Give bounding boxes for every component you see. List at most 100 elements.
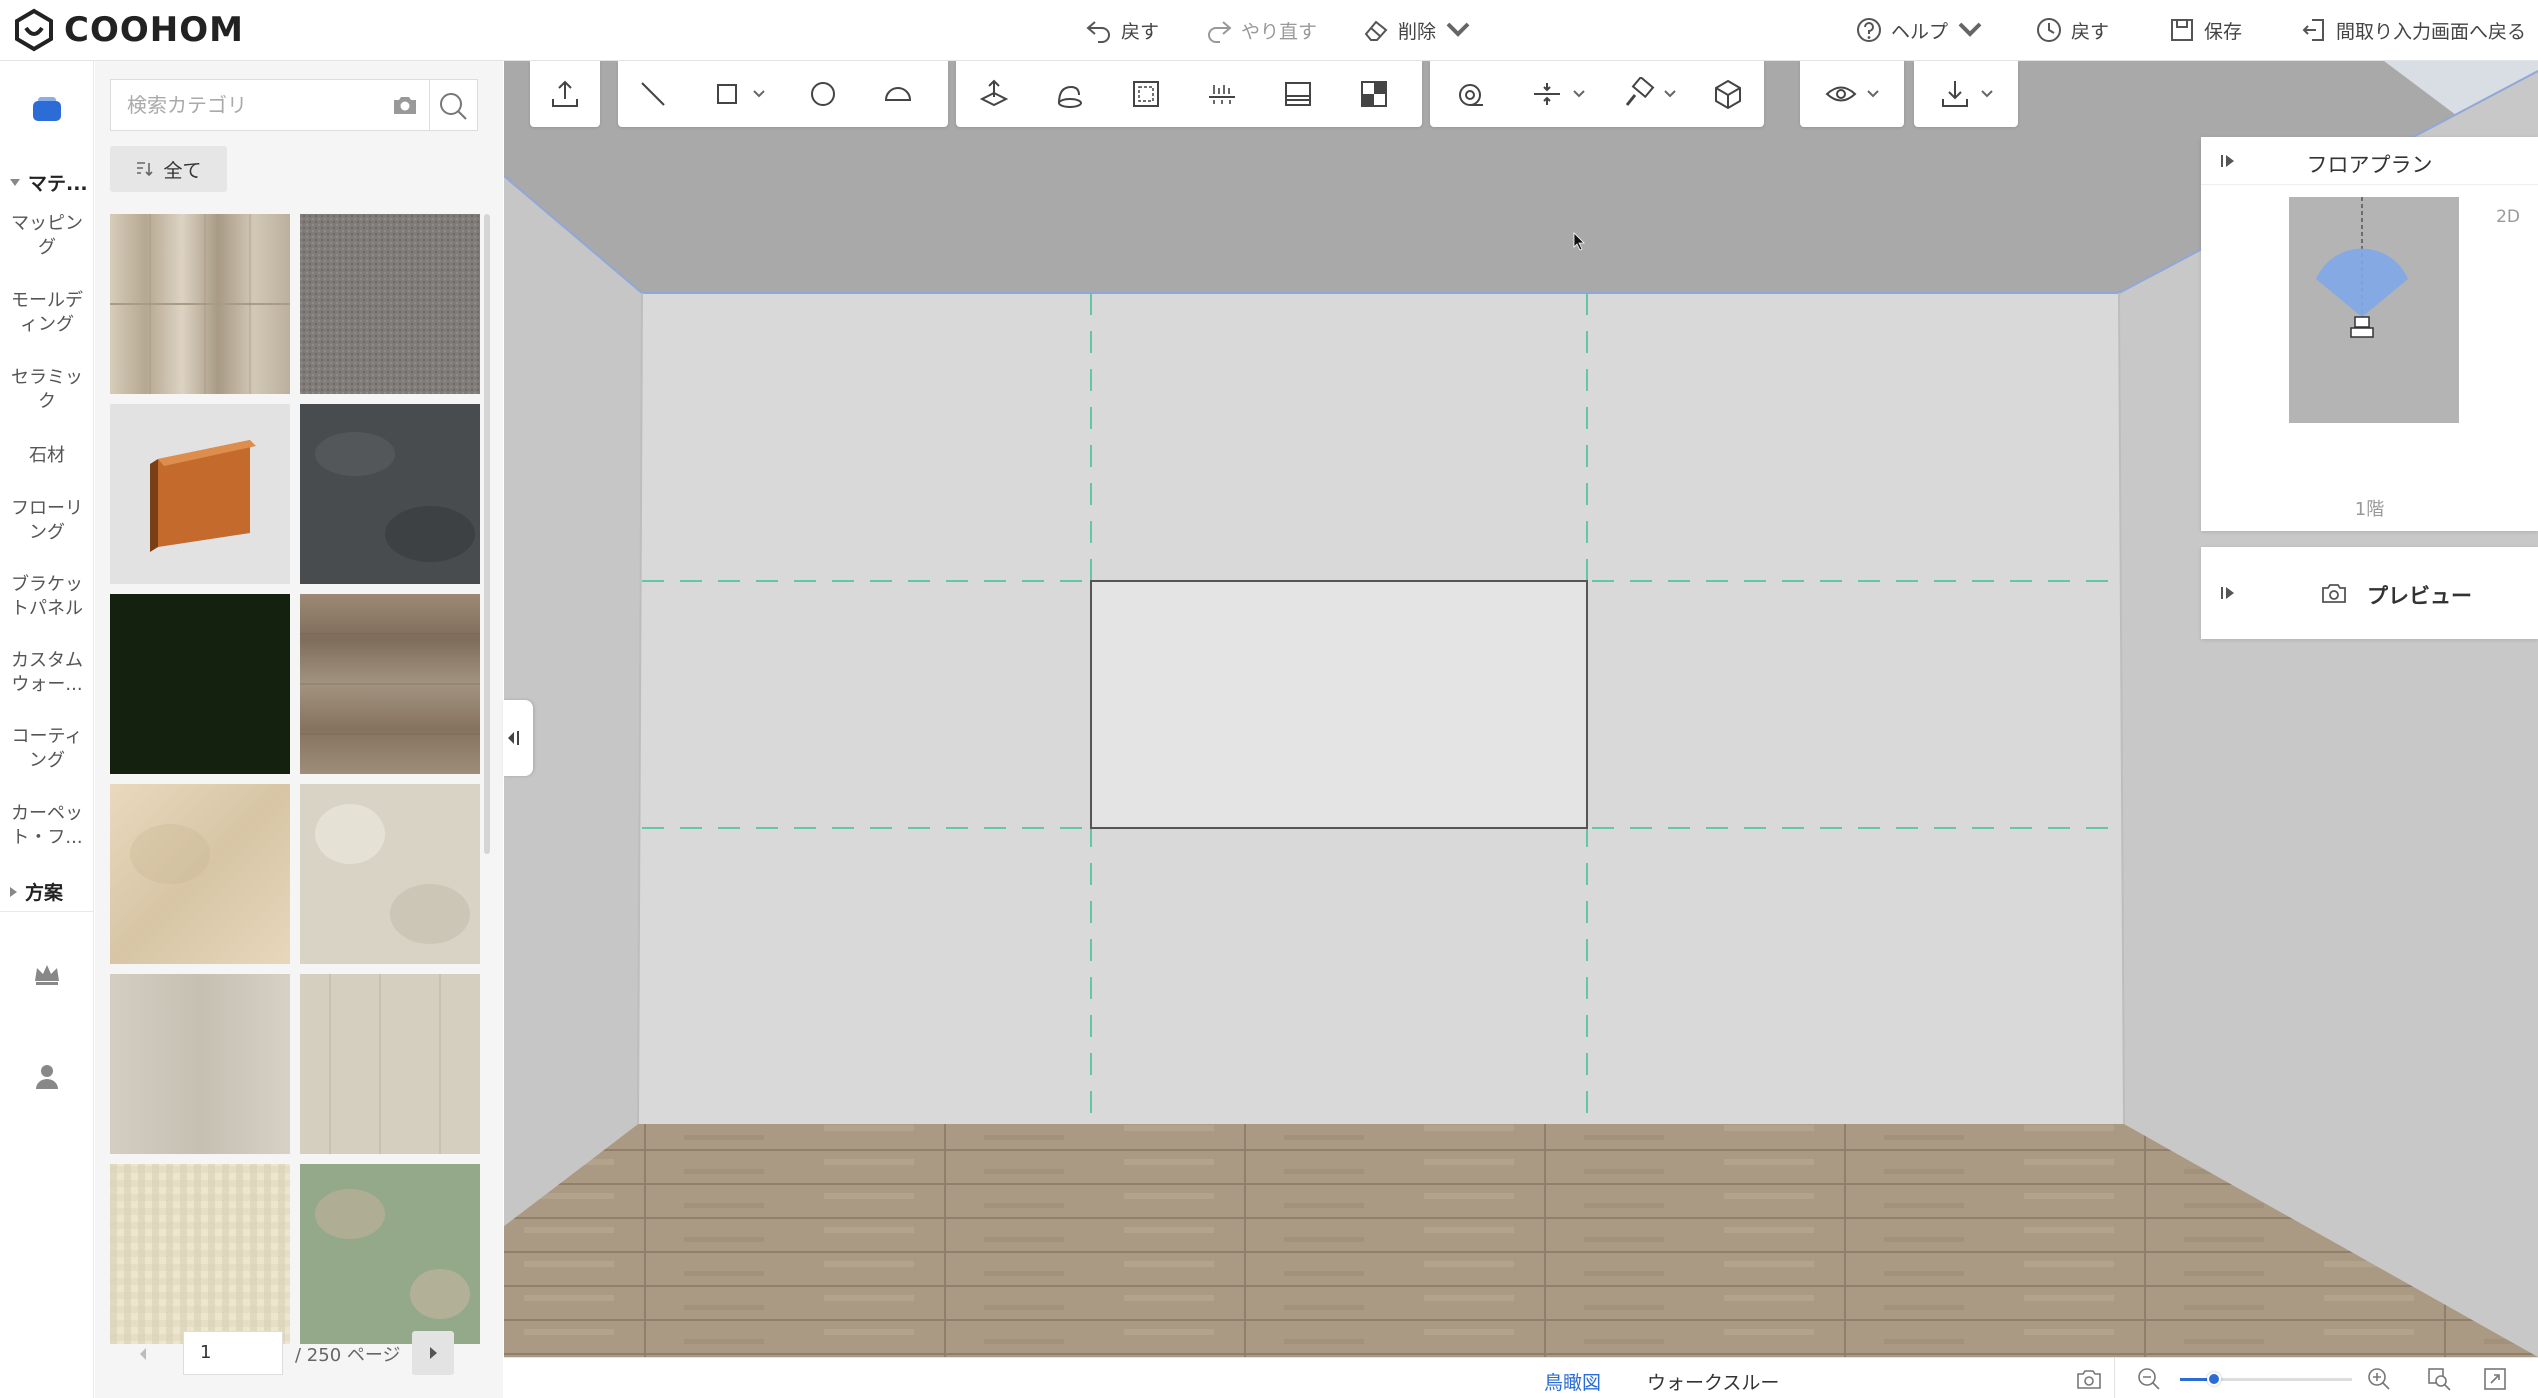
- collapse-catalog-handle[interactable]: [503, 700, 533, 776]
- view-mode-tool[interactable]: [1800, 61, 1904, 127]
- rail-item-mapping[interactable]: マッピング: [0, 212, 94, 260]
- extrude-tool[interactable]: [956, 61, 1032, 127]
- swatch-dark-green-solid[interactable]: [110, 594, 290, 774]
- rail-item-coating[interactable]: コーティング: [0, 725, 94, 773]
- extrude-icon: [979, 79, 1009, 107]
- undo-button[interactable]: 戻す: [1085, 14, 1159, 46]
- model-tool[interactable]: [1692, 61, 1764, 127]
- swatch-wood-baseboard-molding[interactable]: [110, 404, 290, 584]
- tab-walkthrough-view[interactable]: ウォークスルー: [1647, 1368, 1779, 1395]
- swatch-gray-carpet[interactable]: [300, 214, 480, 394]
- swatch-pale-gray-wood[interactable]: [110, 974, 290, 1154]
- rail-section-plans[interactable]: 方案: [10, 878, 63, 905]
- collapse-left-icon: [508, 731, 519, 745]
- view-mode-2d-toggle[interactable]: 2D: [2496, 207, 2520, 227]
- page-number-input[interactable]: 1: [183, 1331, 283, 1375]
- screenshot-camera-icon[interactable]: [2076, 1366, 2102, 1392]
- rail-item-bracket-panel[interactable]: ブラケットパネル: [0, 573, 94, 621]
- rail-item-ceramic[interactable]: セラミック: [0, 366, 94, 414]
- drawn-rectangle[interactable]: [1090, 580, 1588, 829]
- align-tool[interactable]: [1184, 61, 1260, 127]
- redo-button[interactable]: やり直す: [1205, 14, 1317, 46]
- history-button[interactable]: 戻す: [2035, 14, 2109, 46]
- back-to-floorplan-button[interactable]: 間取り入力画面へ戻る: [2300, 14, 2526, 46]
- measure-tool[interactable]: [1430, 61, 1510, 127]
- help-label: ヘルプ: [1891, 20, 1949, 43]
- arc-icon: [884, 87, 912, 101]
- line-tool[interactable]: [618, 61, 688, 127]
- save-button[interactable]: 保存: [2168, 14, 2242, 46]
- search-box: [110, 79, 478, 131]
- frame-select-tool[interactable]: [1108, 61, 1184, 127]
- search-separator: [429, 80, 430, 130]
- swatch-pale-beige-wood[interactable]: [300, 974, 480, 1154]
- undo-label: 戻す: [1121, 20, 1160, 43]
- swatch-cream-check-fabric[interactable]: [110, 1164, 290, 1344]
- camera-icon[interactable]: [2321, 581, 2347, 605]
- fullscreen-icon[interactable]: [2482, 1366, 2508, 1392]
- divide-icon: [1534, 83, 1560, 105]
- rail-item-flooring[interactable]: フローリング: [0, 497, 94, 545]
- next-page-button[interactable]: [412, 1331, 454, 1375]
- zoom-to-fit-icon[interactable]: [2426, 1366, 2452, 1392]
- camera-search-icon[interactable]: [391, 92, 419, 118]
- zoom-out-icon[interactable]: [2136, 1366, 2162, 1392]
- search-input[interactable]: [111, 81, 371, 129]
- zoom-in-icon[interactable]: [2366, 1366, 2392, 1392]
- swatch-green-mottled-coating[interactable]: [300, 1164, 480, 1344]
- undo-icon: [1086, 21, 1110, 43]
- help-button[interactable]: ヘルプ: [1855, 14, 1984, 46]
- rail-item-stone[interactable]: 石材: [0, 444, 94, 468]
- layout-icon: [1361, 81, 1387, 107]
- rail-item-custom-wall[interactable]: カスタムウォー...: [0, 649, 94, 697]
- floorplan-panel-header: フロアプラン: [2201, 137, 2538, 185]
- rail-item-carpet[interactable]: カーペット・フ...: [0, 802, 94, 850]
- filter-all-button[interactable]: 全て: [110, 146, 227, 192]
- download-tool[interactable]: [1914, 61, 2018, 127]
- rail-item-molding[interactable]: モールディング: [0, 289, 94, 337]
- swatch-weathered-brown-wood[interactable]: [300, 594, 480, 774]
- user-icon[interactable]: [30, 1059, 64, 1093]
- upload-button[interactable]: [530, 61, 600, 127]
- tab-birdseye-view[interactable]: 鳥瞰図: [1544, 1368, 1601, 1395]
- layout-tool[interactable]: [1336, 61, 1412, 127]
- swatch-beige-blotched-coating[interactable]: [110, 784, 290, 964]
- coohom-logo[interactable]: COOHOM: [12, 8, 244, 52]
- floorplan-minimap[interactable]: [2289, 197, 2459, 423]
- zoom-slider[interactable]: [2180, 1372, 2352, 1386]
- catalog-scrollbar[interactable]: [484, 214, 490, 854]
- sweep-tool[interactable]: [1032, 61, 1108, 127]
- status-bar: 鳥瞰図 ウォークスルー: [504, 1357, 2538, 1398]
- swatch-light-wood-plank[interactable]: [110, 214, 290, 394]
- material-library-icon[interactable]: [30, 95, 64, 125]
- swatch-dark-slate-stone[interactable]: [300, 404, 480, 584]
- 3d-viewport[interactable]: フロアプラン 2D 1階 プレビュー: [504, 61, 2538, 1357]
- save-icon: [2171, 19, 2193, 41]
- floor-label[interactable]: 1階: [2201, 495, 2538, 521]
- crown-icon[interactable]: [30, 957, 64, 991]
- rail-section-materials[interactable]: マテ...: [10, 169, 88, 196]
- toolbar-group-modeling: [956, 61, 1422, 127]
- toolbar-group-export: [1914, 61, 2018, 127]
- panel-tool[interactable]: [1260, 61, 1336, 127]
- circle-tool[interactable]: [788, 61, 858, 127]
- preview-panel-title: プレビュー: [2367, 584, 2472, 608]
- sort-icon: [137, 162, 154, 177]
- arc-tool[interactable]: [858, 61, 938, 127]
- rectangle-tool[interactable]: [688, 61, 788, 127]
- camera-marker-icon[interactable]: [2350, 316, 2374, 338]
- delete-button[interactable]: 削除: [1362, 14, 1472, 46]
- divide-tool[interactable]: [1510, 61, 1606, 127]
- material-brush-icon: [1625, 77, 1655, 106]
- material-grid-svg: [110, 214, 480, 1344]
- collapse-panel-icon[interactable]: [2219, 584, 2237, 602]
- download-icon: [1942, 81, 1968, 107]
- filter-all-label: 全て: [163, 159, 202, 182]
- zoom-slider-knob[interactable]: [2207, 1372, 2222, 1386]
- search-icon[interactable]: [437, 90, 469, 122]
- floorplan-panel-title: フロアプラン: [2306, 153, 2433, 177]
- material-brush-tool[interactable]: [1606, 61, 1692, 127]
- prev-page-icon[interactable]: [135, 1344, 151, 1364]
- chevron-down-icon: [1981, 90, 1993, 98]
- swatch-cream-mottled-tile[interactable]: [300, 784, 480, 964]
